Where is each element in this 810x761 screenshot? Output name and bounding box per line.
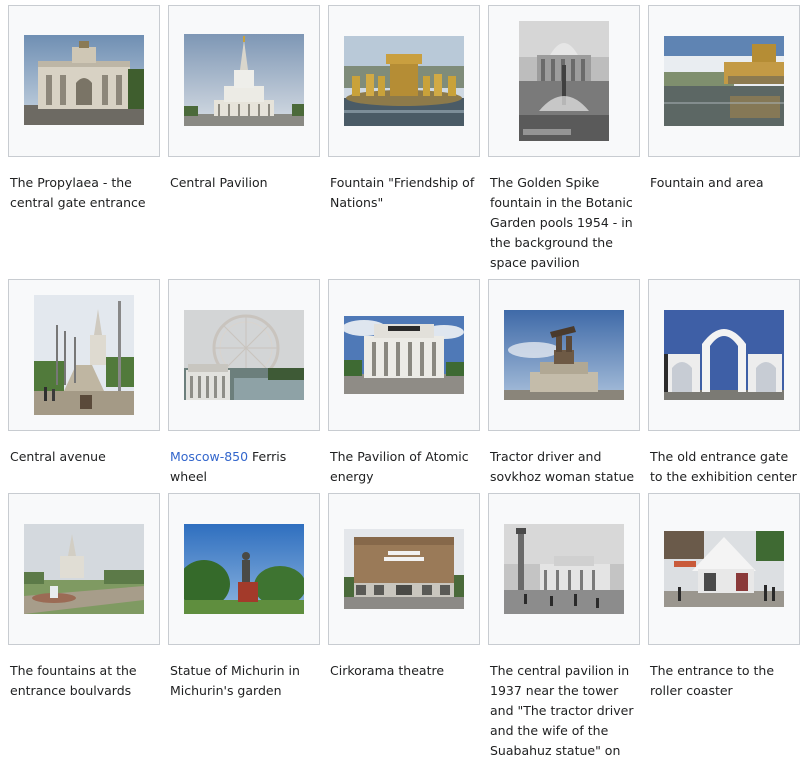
thumbnail-frame	[488, 493, 640, 645]
gallery-caption: Moscow-850 Ferris wheel	[170, 447, 318, 487]
thumbnail-frame	[328, 279, 480, 431]
gallery-caption: The Golden Spike fountain in the Botanic…	[490, 175, 633, 270]
image-gallery: The Propylaea - the central gate entranc…	[0, 0, 810, 758]
propylaea-gate-photo[interactable]	[24, 35, 144, 125]
old-entrance-gate-photo[interactable]	[664, 310, 784, 400]
gallery-caption: Fountain "Friendship of Nations"	[330, 175, 475, 210]
gallery-caption: Cirkorama theatre	[330, 663, 445, 678]
thumbnail-frame	[8, 493, 160, 645]
gallery-caption: The fountains at the entrance boulvards	[10, 663, 137, 698]
roller-coaster-entrance-photo[interactable]	[664, 531, 784, 607]
thumbnail-frame	[8, 279, 160, 431]
thumbnail-frame	[168, 5, 320, 157]
gallery-caption: The Propylaea - the central gate entranc…	[10, 175, 146, 210]
cirkorama-theatre-photo[interactable]	[344, 529, 464, 609]
thumbnail-frame	[328, 493, 480, 645]
fountain-area-photo[interactable]	[664, 36, 784, 126]
thumbnail-frame	[328, 5, 480, 157]
central-pavilion-photo[interactable]	[184, 34, 304, 126]
gallery-caption: The entrance to the roller coaster	[650, 663, 775, 698]
central-pavilion-1937-photo[interactable]	[504, 524, 624, 614]
gallery-caption: Tractor driver and sovkhoz woman statue	[490, 449, 635, 484]
friendship-fountain-photo[interactable]	[344, 36, 464, 126]
gallery-caption: Central Pavilion	[170, 175, 268, 190]
boulevard-fountains-photo[interactable]	[24, 524, 144, 614]
tractor-driver-statue-photo[interactable]	[504, 310, 624, 400]
moscow-850-link[interactable]: Moscow-850	[170, 449, 248, 464]
thumbnail-frame	[168, 493, 320, 645]
golden-spike-fountain-photo[interactable]	[519, 21, 609, 141]
gallery-caption: Statue of Michurin in Michurin's garden	[170, 663, 300, 698]
thumbnail-frame	[488, 5, 640, 157]
ferris-wheel-photo[interactable]	[184, 310, 304, 400]
thumbnail-frame	[648, 279, 800, 431]
thumbnail-frame	[168, 279, 320, 431]
thumbnail-frame	[488, 279, 640, 431]
michurin-statue-photo[interactable]	[184, 524, 304, 614]
atomic-pavilion-photo[interactable]	[344, 316, 464, 394]
thumbnail-frame	[8, 5, 160, 157]
gallery-caption: Fountain and area	[650, 175, 764, 190]
gallery-caption: The old entrance gate to the exhibition …	[650, 449, 797, 484]
gallery-caption: The central pavilion in 1937 near the to…	[490, 663, 634, 758]
thumbnail-frame	[648, 493, 800, 645]
gallery-caption: The Pavilion of Atomic energy	[330, 449, 469, 484]
gallery-caption: Central avenue	[10, 449, 106, 464]
central-avenue-photo[interactable]	[34, 295, 134, 415]
thumbnail-frame	[648, 5, 800, 157]
